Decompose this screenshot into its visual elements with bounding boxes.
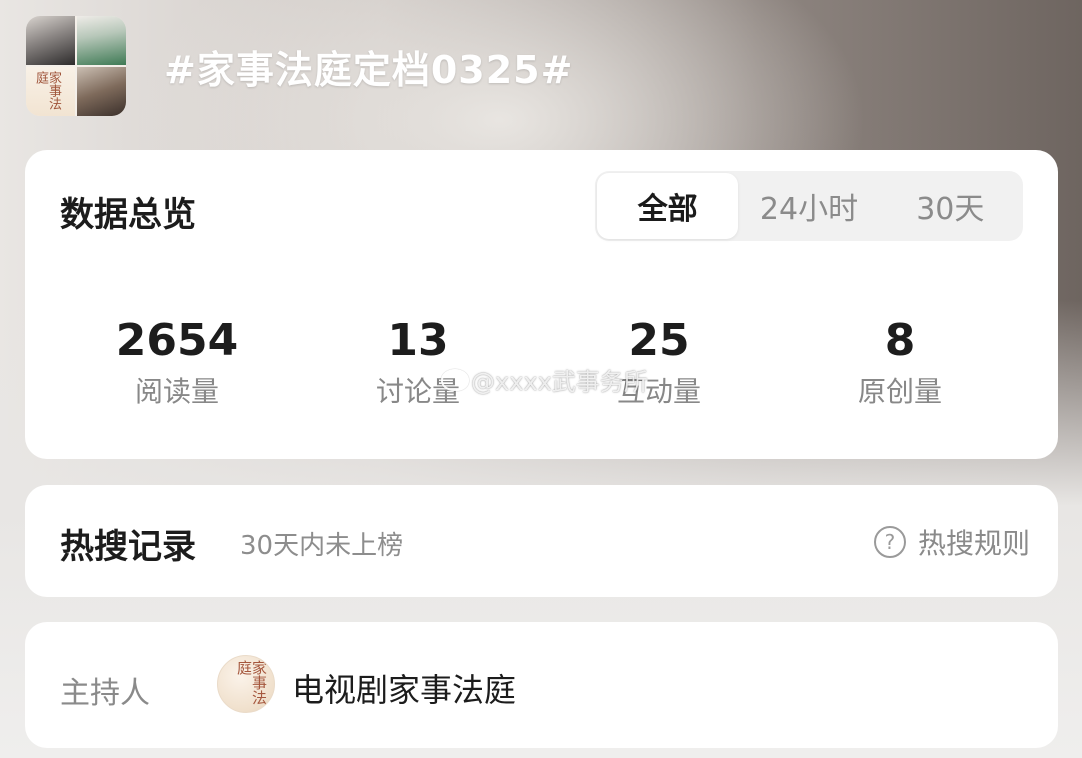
hot-search-status: 30天内未上榜	[240, 531, 404, 561]
stat-discussion-count: 13 讨论量	[298, 315, 538, 409]
topic-header: 家事法庭 #家事法庭定档0325#	[26, 14, 573, 118]
hot-search-title: 热搜记录	[60, 527, 196, 567]
stat-value: 13	[387, 315, 449, 366]
hot-search-card: 热搜记录 30天内未上榜 ? 热搜规则	[25, 485, 1058, 597]
cover-poster: 家事法庭	[26, 67, 75, 116]
stat-read-count: 2654 阅读量	[57, 315, 297, 409]
topic-cover-image[interactable]: 家事法庭	[26, 16, 126, 116]
stat-interaction-count: 25 互动量	[539, 315, 779, 409]
stat-original-count: 8 原创量	[780, 315, 1020, 409]
stat-label: 阅读量	[134, 375, 219, 408]
cover-photo-3	[77, 67, 126, 116]
avatar-calligraphy: 家事法庭	[235, 660, 268, 705]
cover-photo-1	[26, 16, 75, 65]
stat-label: 互动量	[616, 375, 701, 408]
hot-search-rules-label: 热搜规则	[917, 527, 1030, 560]
tab-all[interactable]: 全部	[597, 173, 739, 239]
data-overview-card: 数据总览 全部 24小时 30天 2654 阅读量 13 讨论量 25 互动量 …	[25, 150, 1058, 459]
hot-search-rules-link[interactable]: ? 热搜规则	[873, 522, 1030, 562]
host-name-link[interactable]: 电视剧家事法庭	[292, 665, 516, 711]
cover-photo-2	[77, 16, 126, 65]
stat-value: 25	[628, 315, 690, 366]
overview-title: 数据总览	[60, 195, 196, 235]
stat-label: 原创量	[857, 375, 942, 408]
tab-30d[interactable]: 30天	[880, 173, 1021, 239]
time-range-segmented-control: 全部 24小时 30天	[595, 171, 1023, 241]
tab-24h[interactable]: 24小时	[738, 173, 879, 239]
cover-calligraphy: 家事法庭	[33, 71, 61, 110]
stat-value: 2654	[115, 315, 239, 366]
stat-value: 8	[884, 315, 916, 366]
stat-label: 讨论量	[375, 375, 460, 408]
host-label: 主持人	[60, 676, 150, 711]
question-circle-icon: ?	[873, 526, 906, 558]
host-card: 主持人 家事法庭 电视剧家事法庭	[25, 622, 1058, 748]
topic-title: #家事法庭定档0325#	[164, 47, 574, 92]
host-avatar[interactable]: 家事法庭	[217, 655, 275, 713]
